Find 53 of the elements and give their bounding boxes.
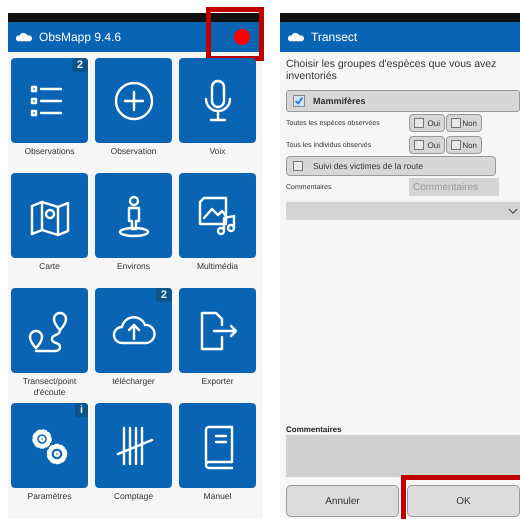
recording-dot[interactable] <box>234 29 250 45</box>
option-toggle[interactable]: Oui <box>409 114 445 132</box>
cloud-icon <box>16 32 33 42</box>
tile-button[interactable] <box>95 58 172 143</box>
tile-label: Transect/point d'écoute <box>22 376 78 398</box>
tile-label: Voix <box>209 146 226 157</box>
tile-label: Manuel <box>204 491 232 502</box>
toggle-label: Suivi des victimes de la route <box>313 161 424 171</box>
tile-label: Observations <box>24 146 75 157</box>
count-badge: 2 <box>156 288 172 302</box>
count-badge: 2 <box>72 58 88 72</box>
tile-label: télécharger <box>112 376 155 387</box>
comments-field[interactable]: Commentaires <box>409 178 499 196</box>
tile-label: Environs <box>116 261 150 272</box>
checkbox[interactable] <box>451 140 461 150</box>
dialog-button[interactable]: OK <box>407 485 520 517</box>
tile-button[interactable]: 2 <box>95 288 172 373</box>
tile-button[interactable] <box>179 403 256 488</box>
tile-button[interactable] <box>179 288 256 373</box>
app-title: ObsMapp 9.4.6 <box>39 30 122 44</box>
group-label: Mammifères <box>313 96 366 106</box>
chevron-down-icon <box>508 208 518 214</box>
tile-label: Observation <box>110 146 156 157</box>
tile-button[interactable] <box>179 173 256 258</box>
field-label: Commentaires <box>286 425 343 434</box>
checkbox[interactable] <box>414 140 424 150</box>
option-toggle[interactable]: Non <box>446 136 482 154</box>
tile-label: Paramètres <box>28 491 72 502</box>
checkbox[interactable] <box>293 95 305 107</box>
checkbox[interactable] <box>414 118 424 128</box>
option-toggle[interactable]: Oui <box>409 136 445 154</box>
dialog-button[interactable]: Annuler <box>286 485 399 517</box>
group-checkbox-row[interactable]: Mammifères <box>286 90 520 112</box>
tile-button[interactable]: i <box>11 403 88 488</box>
cloud-icon <box>288 32 305 42</box>
option-toggle[interactable]: Non <box>446 114 482 132</box>
tile-button[interactable]: 2 <box>11 58 88 143</box>
tile-label: Comptage <box>114 491 154 502</box>
tile-label: Multimédia <box>196 261 238 272</box>
tile-button[interactable] <box>179 58 256 143</box>
checkbox[interactable] <box>451 118 461 128</box>
tile-button[interactable] <box>95 173 172 258</box>
road-kill-toggle[interactable]: Suivi des victimes de la route <box>286 156 496 176</box>
count-badge: i <box>74 403 88 417</box>
tile-button[interactable] <box>95 403 172 488</box>
comments-field[interactable] <box>286 435 520 477</box>
tile-label: Exporter <box>201 376 234 387</box>
instruction-text: Choisir les groupes d'espèces que vous avez inventoriés <box>286 58 498 82</box>
tile-label: Carte <box>39 261 60 272</box>
checkbox[interactable] <box>293 161 303 171</box>
tile-button[interactable] <box>11 288 88 373</box>
screen-title: Transect <box>311 30 358 44</box>
tile-button[interactable] <box>11 173 88 258</box>
